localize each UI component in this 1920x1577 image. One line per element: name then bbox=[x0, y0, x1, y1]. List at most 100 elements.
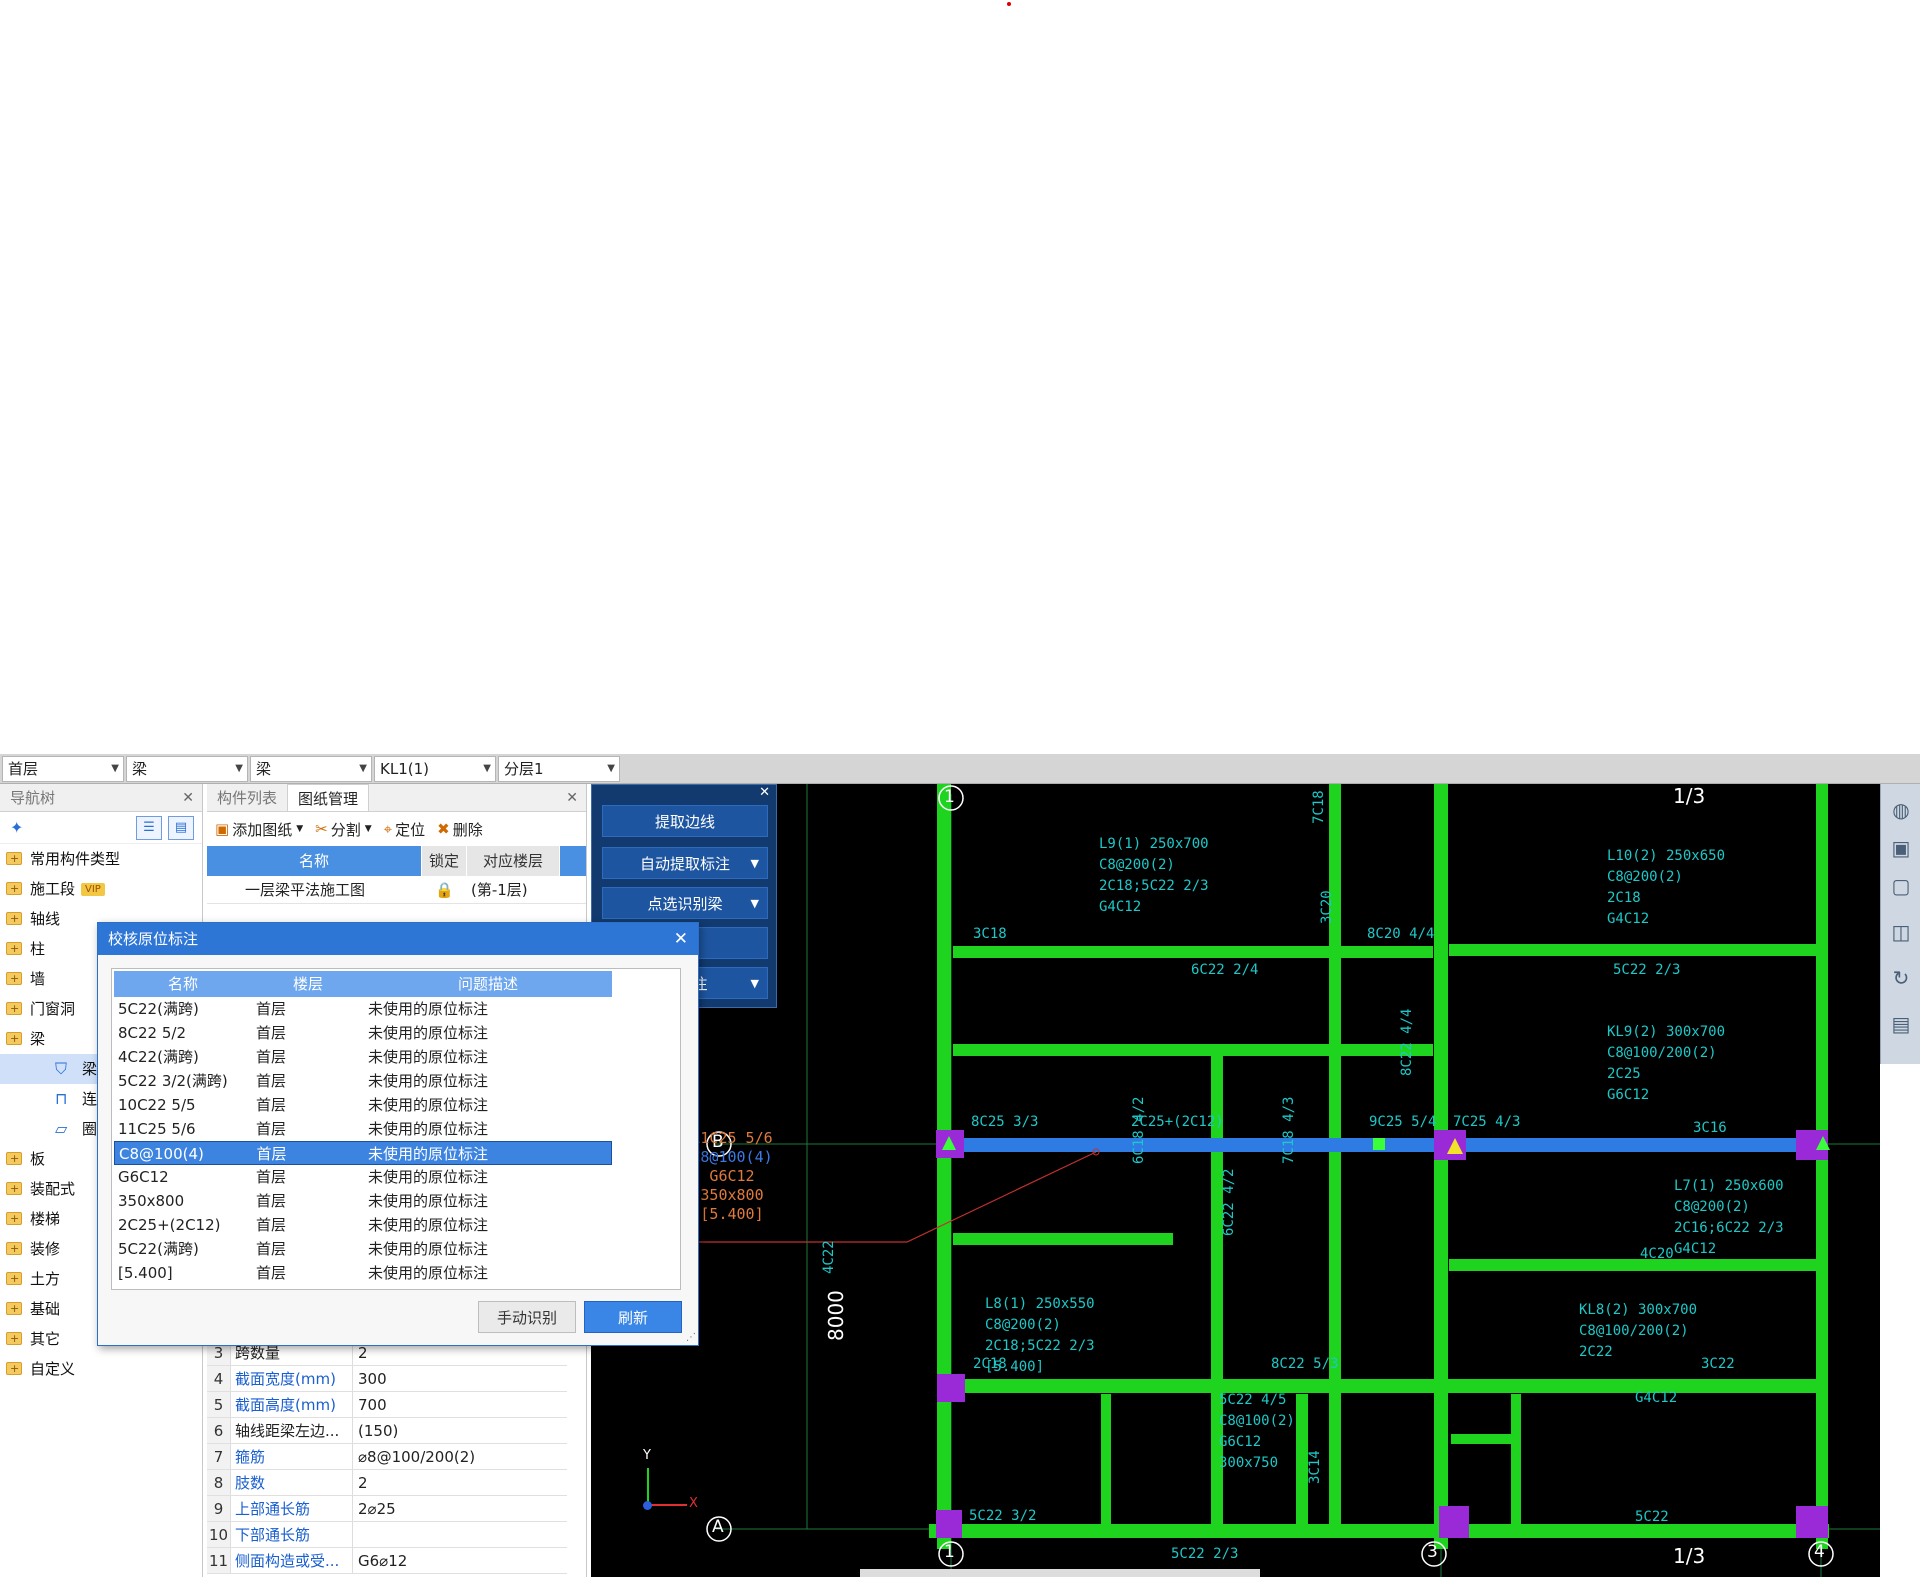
property-row[interactable]: 5 截面高度(mm) 700 bbox=[207, 1392, 567, 1418]
chevron-down-icon: ▼ bbox=[364, 824, 372, 834]
chevron-down-icon: ▼ bbox=[607, 762, 615, 774]
property-row[interactable]: 6 轴线距梁左边... (150) bbox=[207, 1418, 567, 1444]
manual-identify-button[interactable]: 手动识别 bbox=[478, 1301, 576, 1333]
list-view-icon[interactable]: ☰ bbox=[136, 816, 162, 840]
annotation-desc: 未使用的原位标注 bbox=[368, 1048, 489, 1066]
property-value[interactable]: 700 bbox=[353, 1392, 387, 1417]
beam-note-line: L7(1) 250x600 bbox=[1674, 1178, 1784, 1194]
nav-item[interactable]: 施工段 VIP bbox=[0, 874, 202, 904]
pin-icon[interactable]: ✦ bbox=[10, 818, 23, 837]
rebar-label: 6C18 4/2 bbox=[1131, 1096, 1147, 1164]
annotation-row[interactable]: 5C22(满跨) 首层 未使用的原位标注 bbox=[114, 997, 612, 1021]
view-top-icon[interactable]: ▢ bbox=[1887, 872, 1915, 900]
dialog-titlebar: 校核原位标注 ✕ bbox=[98, 923, 698, 955]
close-icon[interactable]: ✕ bbox=[674, 923, 688, 955]
type-select[interactable]: 梁 ▼ bbox=[250, 755, 372, 782]
annotation-floor: 首层 bbox=[256, 1216, 287, 1234]
annotation-row[interactable]: G6C12 首层 未使用的原位标注 bbox=[114, 1165, 612, 1189]
folder-icon bbox=[6, 964, 22, 994]
close-icon[interactable]: ✕ bbox=[759, 785, 770, 800]
beam-note-line: G6C12 bbox=[1219, 1434, 1262, 1450]
layer-panel-icon[interactable]: ▤ bbox=[1887, 1010, 1915, 1038]
folder-icon bbox=[6, 844, 22, 874]
axis-label-1-3: 1/3 bbox=[1673, 784, 1706, 808]
recognition-button[interactable]: 提取边线 bbox=[602, 805, 768, 837]
property-row[interactable]: 8 肢数 2 bbox=[207, 1470, 567, 1496]
tab-component-list[interactable]: 构件列表 bbox=[207, 784, 287, 811]
cad-canvas[interactable]: 1 1/3 B A 1 3 1/3 4 8000 11C25 5/6 C8@10… bbox=[591, 784, 1880, 1577]
property-value[interactable]: 300 bbox=[353, 1366, 387, 1391]
beam-note: L9(1) 250x700 C8@200(2) 2C18;5C22 2/3 G4C12 bbox=[1099, 834, 1209, 918]
property-row[interactable]: 11 侧面构造或受... G6⌀12 bbox=[207, 1548, 567, 1574]
recognition-button-label: 点选识别梁 bbox=[647, 895, 723, 913]
annotation-name: 2C25+(2C12) bbox=[118, 1216, 221, 1234]
category-select[interactable]: 梁 ▼ bbox=[126, 755, 248, 782]
delete-button[interactable]: ✖ 删除 bbox=[437, 819, 483, 840]
component-select-value: KL1(1) bbox=[380, 759, 429, 778]
property-row[interactable]: 9 上部通长筋 2⌀25 bbox=[207, 1496, 567, 1522]
beam-note-line: G6C12 bbox=[1607, 1087, 1650, 1103]
property-key: 轴线距梁左边... bbox=[231, 1418, 353, 1443]
component-select[interactable]: KL1(1) ▼ bbox=[374, 755, 496, 782]
locate-label: 定位 bbox=[395, 820, 426, 839]
folder-icon bbox=[6, 1174, 22, 1204]
nav-item-label: 装配式 bbox=[30, 1180, 76, 1198]
tab-drawing-manager[interactable]: 图纸管理 bbox=[287, 784, 370, 811]
property-table: 3 跨数量 2 4 截面宽度(mm) 300 5 截面高度(mm) 700 6 轴线距梁左边...(… bbox=[207, 1340, 567, 1574]
annotation-row[interactable]: [5.400] 首层 未使用的原位标注 bbox=[114, 1261, 612, 1285]
chevron-down-icon: ▼ bbox=[750, 897, 759, 910]
folder-icon bbox=[6, 934, 22, 964]
property-index: 5 bbox=[207, 1392, 231, 1417]
property-value[interactable]: (150) bbox=[353, 1418, 398, 1443]
property-row[interactable]: 4 截面宽度(mm) 300 bbox=[207, 1366, 567, 1392]
add-drawing-button[interactable]: ▣ 添加图纸 ▼ bbox=[215, 819, 303, 840]
close-icon[interactable]: ✕ bbox=[566, 784, 578, 812]
folder-icon bbox=[6, 1294, 22, 1324]
annotation-row[interactable]: 10C22 5/5 首层 未使用的原位标注 bbox=[114, 1093, 612, 1117]
beam-note-line: 300x750 bbox=[1219, 1455, 1279, 1471]
nav-tree-title: 导航树 bbox=[10, 789, 56, 807]
recognition-button[interactable]: 自动提取标注 ▼ bbox=[602, 847, 768, 879]
layer-select[interactable]: 分层1 ▼ bbox=[498, 755, 620, 782]
property-value[interactable]: 2 bbox=[353, 1470, 368, 1495]
folder-icon bbox=[6, 1324, 22, 1354]
mid-tabs: 构件列表 图纸管理 ✕ bbox=[207, 784, 586, 812]
nav-item[interactable]: 自定义 bbox=[0, 1354, 202, 1384]
drawing-row[interactable]: 一层梁平法施工图 🔒 (第-1层) bbox=[207, 876, 586, 904]
rotate-icon[interactable]: ↻ bbox=[1887, 964, 1915, 992]
rebar-label: 8C22 5/3 bbox=[1271, 1356, 1339, 1372]
annotation-row[interactable]: 4C22(满跨) 首层 未使用的原位标注 bbox=[114, 1045, 612, 1069]
property-row[interactable]: 10 下部通长筋 bbox=[207, 1522, 567, 1548]
orbit-icon[interactable]: ◍ bbox=[1887, 796, 1915, 824]
annotation-desc: 未使用的原位标注 bbox=[368, 1192, 489, 1210]
annotation-row[interactable]: C8@100(4) 首层 未使用的原位标注 bbox=[114, 1141, 612, 1165]
close-icon[interactable]: ✕ bbox=[182, 784, 194, 812]
property-value[interactable]: G6⌀12 bbox=[353, 1548, 407, 1573]
split-button[interactable]: ✂ 分割 ▼ bbox=[315, 819, 372, 840]
annotation-row[interactable]: 5C22 3/2(满跨) 首层 未使用的原位标注 bbox=[114, 1069, 612, 1093]
refresh-button[interactable]: 刷新 bbox=[584, 1301, 682, 1333]
annotation-row[interactable]: 2C25+(2C12) 首层 未使用的原位标注 bbox=[114, 1213, 612, 1237]
annotation-row[interactable]: 8C22 5/2 首层 未使用的原位标注 bbox=[114, 1021, 612, 1045]
dimension-8000: 8000 bbox=[824, 1290, 848, 1341]
nav-tree-tools: ✦ ☰ ▤ bbox=[0, 812, 202, 844]
recognition-button[interactable]: 点选识别梁 ▼ bbox=[602, 887, 768, 919]
nav-item[interactable]: 常用构件类型 bbox=[0, 844, 202, 874]
floor-select[interactable]: 首层 ▼ bbox=[2, 755, 124, 782]
annotation-row[interactable]: 5C22(满跨) 首层 未使用的原位标注 bbox=[114, 1237, 612, 1261]
property-value[interactable]: 2⌀25 bbox=[353, 1496, 396, 1521]
property-row[interactable]: 7 箍筋 ⌀8@100/200(2) bbox=[207, 1444, 567, 1470]
detail-view-icon[interactable]: ▤ bbox=[168, 816, 194, 840]
annotation-name: 10C22 5/5 bbox=[118, 1096, 196, 1114]
col-desc: 问题描述 bbox=[457, 975, 518, 993]
rebar-label: 5C22 2/3 bbox=[1613, 962, 1681, 978]
annotation-row[interactable]: 350x800 首层 未使用的原位标注 bbox=[114, 1189, 612, 1213]
property-value[interactable] bbox=[353, 1522, 358, 1547]
view-3d-icon[interactable]: ▣ bbox=[1887, 834, 1915, 862]
view-box-icon[interactable]: ◫ bbox=[1887, 918, 1915, 946]
property-value[interactable]: ⌀8@100/200(2) bbox=[353, 1444, 475, 1469]
lock-icon[interactable]: 🔒 bbox=[422, 876, 467, 903]
annotation-row[interactable]: 11C25 5/6 首层 未使用的原位标注 bbox=[114, 1117, 612, 1141]
resize-grip-icon[interactable]: ⋰ bbox=[686, 1332, 696, 1343]
locate-button[interactable]: ⌖ 定位 bbox=[384, 819, 425, 840]
